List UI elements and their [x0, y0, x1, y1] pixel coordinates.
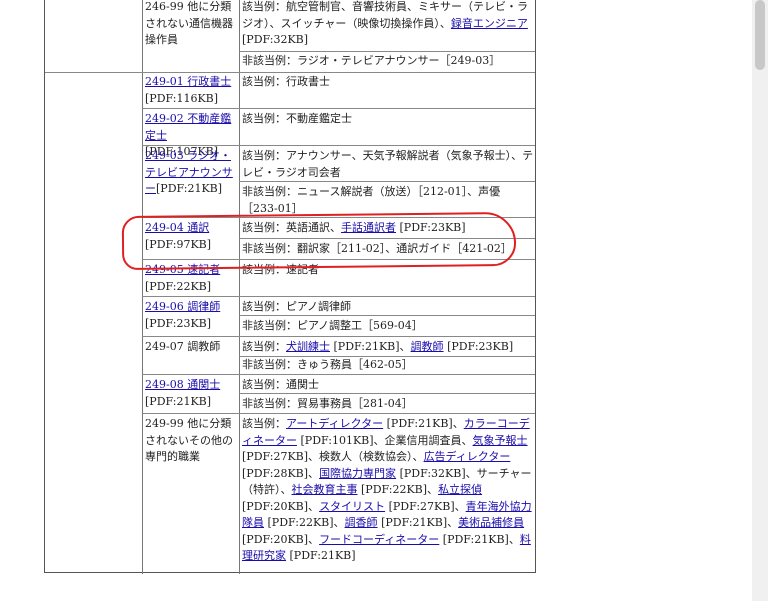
pdf-size: [PDF:116KB]	[145, 91, 219, 105]
row-divider	[142, 259, 535, 260]
col-divider-2	[239, 0, 240, 574]
pdf-size: [PDF:27KB]、	[388, 499, 466, 513]
row-divider	[142, 217, 535, 218]
pdf-size: [PDF:23KB]	[399, 221, 466, 234]
pdf-size: [PDF:27KB]、検数人（検数協会）、	[242, 450, 424, 463]
link-249-08[interactable]: 249-08 通関士	[145, 378, 220, 391]
occupation-cell-249-01: 249-01 行政書士 [PDF:116KB]	[145, 74, 237, 107]
example-text: 該当例：	[242, 417, 286, 430]
row-divider	[142, 296, 535, 297]
pdf-size: [PDF:20KB]、	[242, 499, 320, 513]
link-animal-trainer[interactable]: 調教師	[411, 340, 444, 353]
link-249-04[interactable]: 249-04 通訳	[145, 221, 209, 234]
row-divider	[239, 51, 535, 52]
pdf-size: [PDF:101KB]、企業信用調査員、	[300, 433, 473, 447]
pdf-size: [PDF:22KB]、	[361, 483, 439, 496]
pdf-size: [PDF:23KB]	[145, 316, 212, 330]
row-divider	[45, 72, 535, 73]
pdf-size: [PDF:21KB]、	[381, 516, 459, 529]
link-art-restorer[interactable]: 美術品補修員	[458, 516, 524, 529]
row-divider	[142, 336, 535, 337]
pdf-size: [PDF:23KB]	[447, 340, 514, 353]
vertical-scrollbar[interactable]	[752, 0, 768, 601]
occupation-cell-249-04: 249-04 通訳 [PDF:97KB]	[145, 220, 237, 253]
link-249-06[interactable]: 249-06 調律師	[145, 300, 220, 313]
link-249-05[interactable]: 249-05 速記者	[145, 263, 220, 276]
link-perfumer[interactable]: 調香師	[345, 516, 378, 529]
link-dog-trainer[interactable]: 犬訓練士	[286, 340, 330, 353]
row-divider	[142, 374, 535, 375]
example-249-02: 該当例：不動産鑑定士	[242, 112, 352, 125]
example-249-99: 該当例：アートディレクター [PDF:21KB]、カラーコーディネーター [PD…	[242, 416, 534, 565]
pdf-size: [PDF:21KB]、	[442, 532, 520, 546]
example-249-05: 該当例：速記者	[242, 263, 319, 276]
pdf-size: [PDF:22KB]	[145, 279, 212, 293]
pdf-size: [PDF:21KB]	[145, 394, 212, 408]
row-divider	[239, 181, 535, 182]
col-divider-1	[142, 0, 143, 574]
pdf-size: [PDF:28KB]、	[242, 466, 320, 480]
link-social-education-officer[interactable]: 社会教育主事	[292, 483, 358, 496]
non-example-249-07: 非該当例：きゅう務員［462-05］	[242, 358, 413, 371]
example-text: 該当例：	[242, 340, 286, 353]
link-249-02[interactable]: 249-02 不動産鑑定士	[145, 112, 231, 142]
example-249-06: 該当例：ピアノ調律師	[242, 300, 352, 313]
occupation-cell-249-05: 249-05 速記者 [PDF:22KB]	[145, 262, 237, 295]
link-ad-director[interactable]: 広告ディレクター	[424, 450, 511, 463]
pdf-size: [PDF:22KB]、	[267, 516, 345, 529]
non-example-249-06: 非該当例：ピアノ調整工［569-04］	[242, 319, 423, 332]
non-example-249-04: 非該当例：翻訳家［211-02］、通訳ガイド［421-02］	[242, 242, 512, 255]
example-249-04: 該当例：英語通訳、手話通訳者 [PDF:23KB]	[242, 220, 534, 237]
occupation-title-246-99: 246-99 他に分類されない通信機器操作員	[145, 0, 233, 46]
occupation-title-249-99: 249-99 他に分類されないその他の専門的職業	[145, 417, 233, 463]
non-example-249-08: 非該当例：貿易事務員［281-04］	[242, 397, 413, 410]
link-weather-forecaster[interactable]: 気象予報士	[473, 434, 528, 447]
example-249-08: 該当例：通関士	[242, 378, 319, 391]
example-249-07: 該当例：犬訓練士 [PDF:21KB]、調教師 [PDF:23KB]	[242, 339, 534, 356]
pdf-size: [PDF:21KB]	[289, 549, 356, 562]
link-249-01[interactable]: 249-01 行政書士	[145, 75, 231, 88]
link-intl-cooperation-expert[interactable]: 国際協力専門家	[319, 467, 396, 480]
scrollbar-thumb[interactable]	[755, 0, 765, 70]
row-divider	[142, 108, 535, 109]
pdf-size: [PDF:21KB]、	[386, 417, 464, 430]
occupation-cell-249-06: 249-06 調律師 [PDF:23KB]	[145, 299, 237, 332]
row-divider	[142, 413, 535, 414]
non-example-249-03: 非該当例：ニュース解説者（放送）［212-01］、声優［233-01］	[242, 185, 501, 215]
example-cell-246-99: 該当例：航空管制官、音響技術員、ミキサー（テレビ・ラジオ）、スイッチャー（映像切…	[242, 0, 534, 49]
link-stylist[interactable]: スタイリスト	[319, 500, 385, 513]
example-text: 該当例：英語通訳、	[242, 221, 341, 234]
occupation-table: 246-99 他に分類されない通信機器操作員 該当例：航空管制官、音響技術員、ミ…	[44, 0, 536, 574]
occupation-title-249-07: 249-07 調教師	[145, 340, 221, 353]
occupation-cell-249-03: 249-03 ラジオ・テレビアナウンサー[PDF:21KB]	[145, 148, 237, 198]
example-249-03: 該当例：アナウンサー、天気予報解説者（気象予報士）、テレビ・ラジオ司会者	[242, 149, 534, 179]
example-249-01: 該当例：行政書士	[242, 75, 330, 88]
link-art-director[interactable]: アートディレクター	[286, 417, 383, 430]
pdf-size: [PDF:21KB]	[156, 182, 223, 195]
link-sign-language-interpreter[interactable]: 手話通訳者	[341, 221, 396, 234]
non-example-246-99: 非該当例：ラジオ・テレビアナウンサー［249-03］	[242, 54, 501, 67]
pdf-size: [PDF:21KB]、	[333, 340, 411, 353]
link-private-detective[interactable]: 私立探偵	[438, 483, 482, 496]
link-recording-engineer[interactable]: 録音エンジニア	[451, 17, 528, 30]
document-page: 246-99 他に分類されない通信機器操作員 該当例：航空管制官、音響技術員、ミ…	[0, 0, 752, 601]
pdf-size: [PDF:32KB]	[242, 33, 309, 46]
occupation-cell-249-08: 249-08 通関士 [PDF:21KB]	[145, 377, 237, 410]
pdf-size: [PDF:20KB]、	[242, 532, 320, 546]
link-food-coordinator[interactable]: フードコーディネーター	[319, 533, 439, 546]
pdf-size: [PDF:97KB]	[145, 237, 212, 251]
row-divider	[239, 238, 535, 239]
